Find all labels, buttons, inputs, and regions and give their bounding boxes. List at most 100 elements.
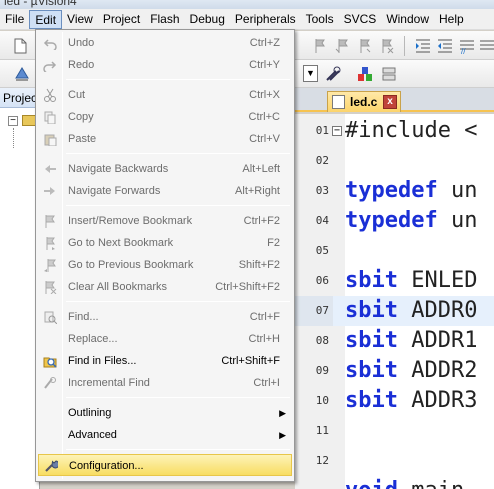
- menu-window[interactable]: Window: [381, 10, 434, 29]
- code-editor[interactable]: 01− #include <02 03 typedef un 04 typedef un 0…: [295, 114, 494, 489]
- menu-item-label: Replace...: [68, 333, 118, 345]
- comment-icon[interactable]: //: [458, 37, 476, 55]
- unindent-icon[interactable]: [436, 37, 454, 55]
- keyword: typedef: [345, 178, 438, 203]
- menu-tools[interactable]: Tools: [301, 10, 339, 29]
- menu-separator: [66, 153, 290, 154]
- code-line[interactable]: 02: [295, 146, 494, 176]
- menu-clear-all-bookmarks[interactable]: Clear All Bookmarks Ctrl+Shift+F2: [38, 276, 292, 298]
- menu-item-shortcut: Ctrl+H: [248, 333, 280, 345]
- manage-project-items-icon[interactable]: [356, 65, 374, 83]
- keyword: sbit: [345, 328, 398, 353]
- toolbar-separator: [404, 36, 405, 56]
- menu-item-label: Find...: [68, 311, 99, 323]
- code-line[interactable]: 06 sbit ENLED: [295, 266, 494, 296]
- code-line[interactable]: 10 sbit ADDR3: [295, 386, 494, 416]
- menu-view[interactable]: View: [62, 10, 98, 29]
- code-line[interactable]: 01− #include <: [295, 116, 494, 146]
- menu-copy[interactable]: Copy Ctrl+C: [38, 106, 292, 128]
- find-in-files-icon: [43, 357, 57, 368]
- line-number: 05: [315, 244, 329, 257]
- menu-help[interactable]: Help: [434, 10, 469, 29]
- code-line[interactable]: void main: [295, 476, 494, 489]
- menu-item-shortcut: Ctrl+F2: [243, 215, 280, 227]
- next-bookmark-icon[interactable]: [356, 37, 374, 55]
- code-line[interactable]: 08 sbit ADDR1: [295, 326, 494, 356]
- tab-led-c[interactable]: led.c x: [327, 91, 401, 112]
- menu-edit[interactable]: Edit: [29, 9, 63, 29]
- menu-cut[interactable]: Cut Ctrl+X: [38, 84, 292, 106]
- code-line[interactable]: 12: [295, 446, 494, 476]
- menu-outlining[interactable]: Outlining ▶: [38, 402, 292, 424]
- menu-undo[interactable]: Undo Ctrl+Z: [38, 32, 292, 54]
- identifier: un: [437, 208, 478, 233]
- menu-navigate-backwards[interactable]: Navigate Backwards Alt+Left: [38, 158, 292, 180]
- menu-paste[interactable]: Paste Ctrl+V: [38, 128, 292, 150]
- scissors-icon: [44, 88, 56, 102]
- line-number: 06: [315, 274, 329, 287]
- uncomment-icon[interactable]: [478, 37, 494, 55]
- submenu-arrow-icon: ▶: [279, 430, 286, 440]
- menu-configuration[interactable]: Configuration...: [38, 454, 292, 476]
- code-line[interactable]: 07 sbit ADDR0: [295, 296, 494, 326]
- code-line[interactable]: 09 sbit ADDR2: [295, 356, 494, 386]
- menu-item-shortcut: Ctrl+V: [249, 133, 280, 145]
- target-options-icon[interactable]: [324, 65, 342, 83]
- code-text: typedef un: [345, 206, 477, 236]
- window-title: led - µVision4: [4, 0, 77, 8]
- select-packs-icon[interactable]: [380, 65, 398, 83]
- menu-item-label: Advanced: [68, 429, 117, 441]
- menu-item-shortcut: Shift+F2: [238, 259, 280, 271]
- menu-incremental-find[interactable]: Incremental Find Ctrl+I: [38, 372, 292, 394]
- identifier: ENLED: [397, 268, 478, 293]
- previous-bookmark-icon[interactable]: [334, 37, 352, 55]
- tab-label: led.c: [350, 95, 378, 109]
- redo-icon: [43, 61, 57, 72]
- keyword: sbit: [345, 358, 398, 383]
- code-line[interactable]: 11: [295, 416, 494, 446]
- bookmark-flag-icon[interactable]: [312, 37, 330, 55]
- previous-bookmark-icon: [44, 259, 56, 272]
- menu-svcs[interactable]: SVCS: [339, 10, 382, 29]
- menu-navigate-forwards[interactable]: Navigate Forwards Alt+Right: [38, 180, 292, 202]
- menu-flash[interactable]: Flash: [145, 10, 184, 29]
- target-select-dropdown-arrow[interactable]: ▼: [303, 65, 318, 82]
- keyword: sbit: [345, 268, 398, 293]
- project-panel-title: Project: [0, 88, 39, 108]
- indent-icon[interactable]: [414, 37, 432, 55]
- menu-find[interactable]: Find... Ctrl+F: [38, 306, 292, 328]
- close-tab-button[interactable]: x: [383, 95, 397, 109]
- svg-text://: //: [461, 47, 466, 55]
- menu-redo[interactable]: Redo Ctrl+Y: [38, 54, 292, 76]
- new-file-icon[interactable]: [11, 37, 29, 55]
- menu-separator: [66, 449, 290, 450]
- project-panel: Project −: [0, 88, 40, 489]
- code-line[interactable]: 04 typedef un: [295, 206, 494, 236]
- menu-file[interactable]: File: [0, 10, 29, 29]
- code-text: sbit ENLED: [345, 266, 477, 296]
- menu-find-in-files[interactable]: Find in Files... Ctrl+Shift+F: [38, 350, 292, 372]
- menu-go-to-next-bookmark[interactable]: Go to Next Bookmark F2: [38, 232, 292, 254]
- code-text: sbit ADDR0: [345, 296, 477, 326]
- tree-line: [13, 128, 14, 148]
- tree-collapse-toggle[interactable]: −: [8, 116, 18, 126]
- menu-replace[interactable]: Replace... Ctrl+H: [38, 328, 292, 350]
- menu-item-shortcut: Alt+Right: [235, 185, 280, 197]
- project-folder-icon[interactable]: [22, 115, 36, 126]
- clear-bookmarks-icon[interactable]: [378, 37, 396, 55]
- code-line[interactable]: 05: [295, 236, 494, 266]
- menu-debug[interactable]: Debug: [185, 10, 230, 29]
- keyword: typedef: [345, 208, 438, 233]
- menu-go-to-previous-bookmark[interactable]: Go to Previous Bookmark Shift+F2: [38, 254, 292, 276]
- fold-toggle[interactable]: −: [332, 126, 342, 136]
- line-number: 10: [315, 394, 329, 407]
- menu-advanced[interactable]: Advanced ▶: [38, 424, 292, 446]
- menu-peripherals[interactable]: Peripherals: [230, 10, 301, 29]
- menu-insert-remove-bookmark[interactable]: Insert/Remove Bookmark Ctrl+F2: [38, 210, 292, 232]
- build-target-icon[interactable]: [13, 65, 31, 83]
- menu-item-shortcut: Ctrl+I: [253, 377, 280, 389]
- menu-project[interactable]: Project: [98, 10, 145, 29]
- bookmark-flag-icon: [45, 215, 55, 228]
- code-line[interactable]: 03 typedef un: [295, 176, 494, 206]
- identifier: ADDR3: [397, 388, 478, 413]
